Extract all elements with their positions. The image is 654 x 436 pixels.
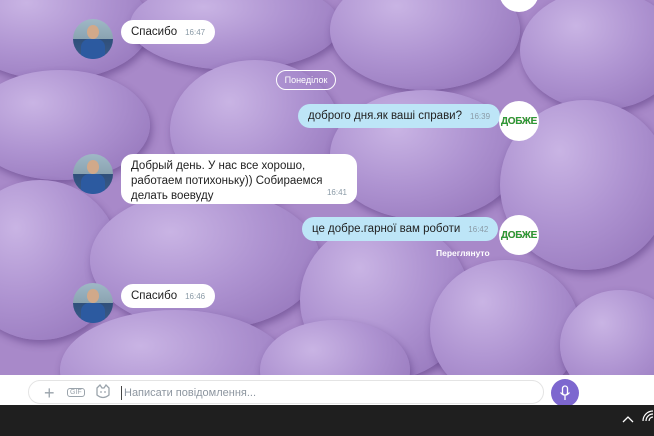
plus-icon[interactable]: + [44, 384, 55, 402]
incoming-message[interactable]: Спасибо 16:46 [121, 284, 216, 308]
contact-avatar[interactable] [73, 154, 113, 194]
incoming-message[interactable]: Спасибо 16:47 [121, 20, 216, 44]
incoming-message[interactable]: Добрый день. У нас все хорошо, работаем … [121, 154, 357, 204]
message-text: Спасибо [131, 290, 178, 302]
day-separator: Понеділок [276, 70, 336, 90]
message-text: це добре.гарної вам роботи [312, 223, 461, 235]
mic-button[interactable] [551, 379, 579, 407]
message-time: 16:46 [185, 292, 206, 301]
outgoing-message[interactable]: це добре.гарної вам роботи 16:42 [302, 217, 499, 241]
contact-avatar[interactable] [73, 19, 113, 59]
message-text: Добрый день. У нас все хорошо, работаем … [131, 160, 323, 202]
bot-avatar[interactable]: ДОБЖЕ [499, 101, 539, 141]
bot-avatar[interactable]: ДОБЖЕ [499, 215, 539, 255]
bot-avatar-label: ДОБЖЕ [500, 229, 538, 241]
bot-avatar-label: ДОБЖЕ [500, 115, 538, 127]
message-time: 16:47 [185, 28, 206, 37]
chevron-up-icon[interactable] [622, 412, 634, 426]
mic-icon [559, 385, 571, 400]
wifi-icon[interactable] [642, 410, 654, 425]
gif-icon[interactable]: GIF [67, 388, 85, 397]
text-caret [121, 386, 122, 400]
message-time: 16:41 [326, 188, 347, 197]
taskbar [0, 405, 654, 436]
message-text: Спасибо [131, 26, 178, 38]
sticker-icon[interactable] [95, 383, 111, 403]
seen-status: Переглянуто [436, 248, 490, 258]
contact-avatar[interactable] [73, 283, 113, 323]
message-time: 16:42 [468, 225, 489, 234]
message-input-placeholder: Написати повідомлення... [124, 387, 257, 399]
outgoing-message[interactable]: доброго дня.як ваші справи? 16:39 [298, 104, 501, 128]
message-time: 16:39 [470, 112, 491, 121]
message-text: доброго дня.як ваші справи? [308, 110, 463, 122]
